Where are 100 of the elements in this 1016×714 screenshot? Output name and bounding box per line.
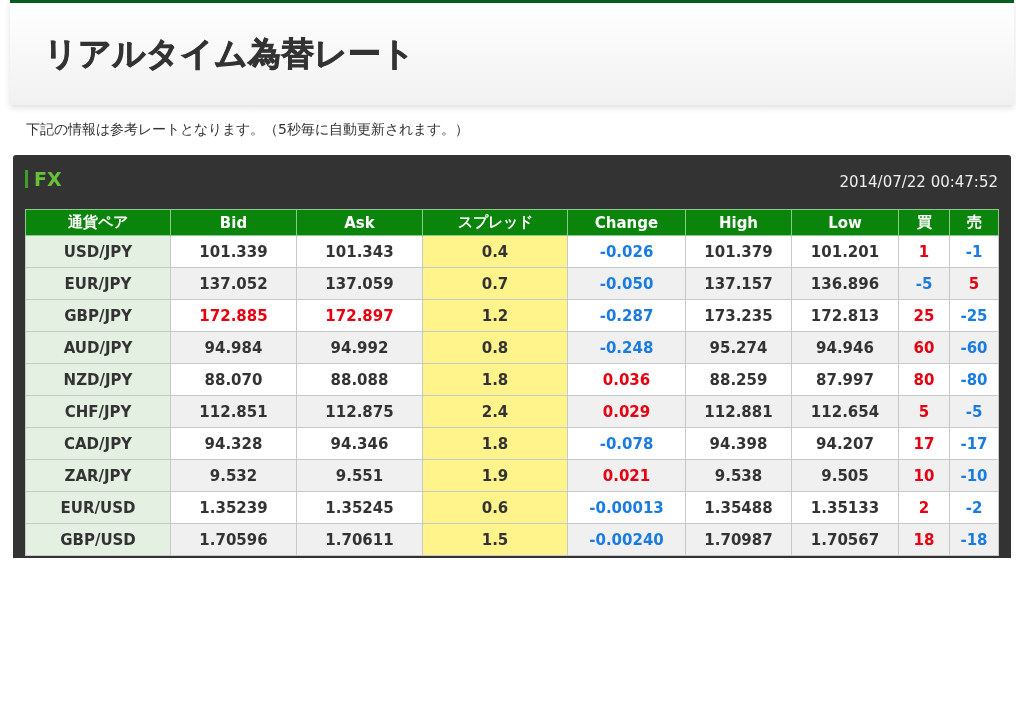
- table-cell: 87.997: [791, 363, 899, 396]
- table-cell: 10: [898, 459, 950, 492]
- table-cell: 136.896: [791, 267, 899, 300]
- table-cell: 1.35239: [170, 491, 297, 524]
- table-cell: 95.274: [685, 331, 792, 364]
- table-cell: 17: [898, 427, 950, 460]
- table-cell: 1: [898, 235, 950, 268]
- table-cell: 60: [898, 331, 950, 364]
- table-cell: 9.538: [685, 459, 792, 492]
- table-cell: 1.5: [422, 523, 568, 556]
- table-cell: 0.021: [567, 459, 686, 492]
- column-header: Low: [791, 209, 899, 236]
- table-cell: ZAR/JPY: [25, 459, 171, 492]
- table-cell: 0.4: [422, 235, 568, 268]
- table-cell: -0.00013: [567, 491, 686, 524]
- table-cell: -0.078: [567, 427, 686, 460]
- column-header: 通貨ペア: [25, 209, 171, 236]
- table-cell: 137.052: [170, 267, 297, 300]
- table-cell: 88.070: [170, 363, 297, 396]
- table-cell: 0.8: [422, 331, 568, 364]
- table-cell: 172.813: [791, 299, 899, 332]
- table-cell: 1.70596: [170, 523, 297, 556]
- table-cell: 112.654: [791, 395, 899, 428]
- table-cell: 94.207: [791, 427, 899, 460]
- table-cell: 101.201: [791, 235, 899, 268]
- table-cell: 94.328: [170, 427, 297, 460]
- table-cell: 1.2: [422, 299, 568, 332]
- table-cell: -0.026: [567, 235, 686, 268]
- table-cell: 94.398: [685, 427, 792, 460]
- table-cell: 94.946: [791, 331, 899, 364]
- column-header: 買: [898, 209, 950, 236]
- table-cell: 112.851: [170, 395, 297, 428]
- info-note: 下記の情報は参考レートとなります。（5秒毎に自動更新されます。）: [26, 121, 469, 139]
- table-cell: 101.379: [685, 235, 792, 268]
- table-cell: 25: [898, 299, 950, 332]
- table-cell: -0.287: [567, 299, 686, 332]
- table-cell: EUR/USD: [25, 491, 171, 524]
- table-cell: 88.088: [296, 363, 423, 396]
- table-cell: AUD/JPY: [25, 331, 171, 364]
- column-header: High: [685, 209, 792, 236]
- table-cell: NZD/JPY: [25, 363, 171, 396]
- table-cell: 101.343: [296, 235, 423, 268]
- table-cell: 18: [898, 523, 950, 556]
- column-header: スプレッド: [422, 209, 568, 236]
- table-cell: -5: [898, 267, 950, 300]
- table-cell: 172.885: [170, 299, 297, 332]
- table-cell: 1.9: [422, 459, 568, 492]
- table-cell: GBP/USD: [25, 523, 171, 556]
- table-cell: CHF/JPY: [25, 395, 171, 428]
- table-cell: 0.6: [422, 491, 568, 524]
- table-cell: 1.70567: [791, 523, 899, 556]
- table-cell: 1.70987: [685, 523, 792, 556]
- table-cell: -80: [949, 363, 999, 396]
- table-cell: EUR/JPY: [25, 267, 171, 300]
- column-header: Change: [567, 209, 686, 236]
- table-cell: -5: [949, 395, 999, 428]
- table-cell: -0.248: [567, 331, 686, 364]
- table-cell: 1.8: [422, 427, 568, 460]
- table-cell: 88.259: [685, 363, 792, 396]
- table-cell: 137.059: [296, 267, 423, 300]
- table-cell: 0.036: [567, 363, 686, 396]
- table-cell: 101.339: [170, 235, 297, 268]
- table-cell: 9.505: [791, 459, 899, 492]
- table-cell: -18: [949, 523, 999, 556]
- table-cell: 1.35488: [685, 491, 792, 524]
- table-cell: 0.029: [567, 395, 686, 428]
- table-cell: 9.532: [170, 459, 297, 492]
- page-title: リアルタイム為替レート: [44, 32, 415, 75]
- table-cell: 1.35133: [791, 491, 899, 524]
- column-header: Bid: [170, 209, 297, 236]
- table-cell: 112.875: [296, 395, 423, 428]
- column-header: 売: [949, 209, 999, 236]
- table-cell: 5: [898, 395, 950, 428]
- table-cell: -1: [949, 235, 999, 268]
- table-cell: 112.881: [685, 395, 792, 428]
- table-cell: 2: [898, 491, 950, 524]
- table-cell: 2.4: [422, 395, 568, 428]
- table-cell: -17: [949, 427, 999, 460]
- table-cell: 5: [949, 267, 999, 300]
- panel-title: FX: [25, 170, 62, 188]
- table-cell: -0.00240: [567, 523, 686, 556]
- table-cell: -0.050: [567, 267, 686, 300]
- table-cell: CAD/JPY: [25, 427, 171, 460]
- table-cell: 94.992: [296, 331, 423, 364]
- table-cell: 9.551: [296, 459, 423, 492]
- table-cell: 173.235: [685, 299, 792, 332]
- table-cell: -2: [949, 491, 999, 524]
- table-cell: 0.7: [422, 267, 568, 300]
- table-cell: 1.35245: [296, 491, 423, 524]
- table-cell: GBP/JPY: [25, 299, 171, 332]
- table-cell: -60: [949, 331, 999, 364]
- table-cell: 80: [898, 363, 950, 396]
- table-cell: 94.984: [170, 331, 297, 364]
- table-cell: 172.897: [296, 299, 423, 332]
- table-cell: -10: [949, 459, 999, 492]
- timestamp: 2014/07/22 00:47:52: [839, 173, 998, 191]
- table-cell: 1.70611: [296, 523, 423, 556]
- column-header: Ask: [296, 209, 423, 236]
- table-cell: USD/JPY: [25, 235, 171, 268]
- table-cell: 94.346: [296, 427, 423, 460]
